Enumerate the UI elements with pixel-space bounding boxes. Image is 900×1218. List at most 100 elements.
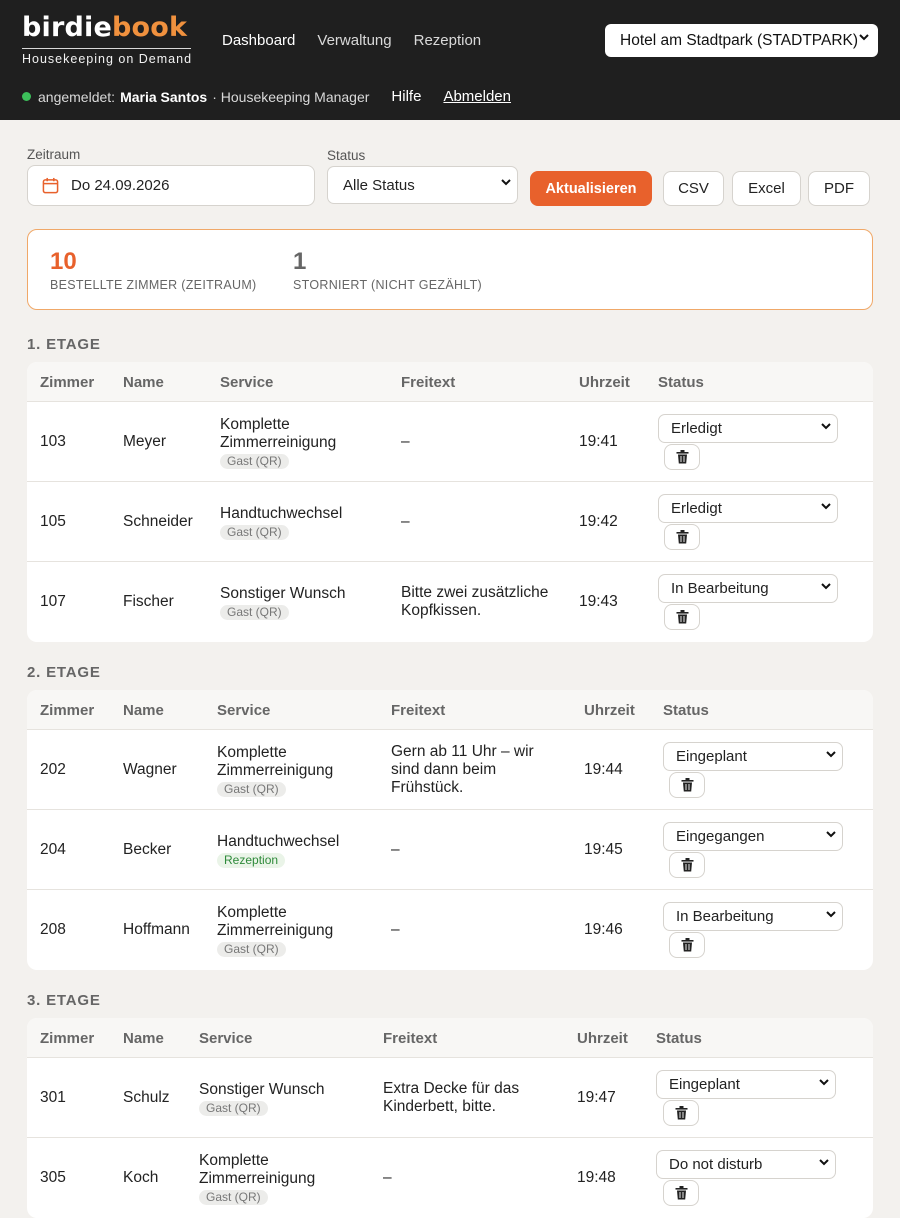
table-row: 301 Schulz Sonstiger Wunsch Gast (QR) Extra … [27, 1058, 873, 1138]
csv-export-button[interactable]: CSV [663, 171, 724, 206]
service-name-line: Sonstiger Wunsch [199, 1081, 325, 1098]
calendar-icon [42, 177, 59, 194]
trash-icon [681, 858, 694, 872]
stats-card: 10 BESTELLTE ZIMMER (ZEITRAUM) 1 STORNIE… [27, 229, 873, 310]
service-name-line: Zimmerreinigung [217, 922, 334, 939]
status-select[interactable]: In Bearbeitung [658, 574, 838, 603]
guest-name: Koch [123, 1169, 159, 1186]
service-name-line: Komplette [217, 744, 287, 761]
refresh-button[interactable]: Aktualisieren [530, 171, 652, 206]
delete-button[interactable] [669, 772, 705, 798]
status-select-value: Erledigt [671, 500, 722, 517]
delete-button[interactable] [663, 1100, 699, 1126]
delete-button[interactable] [669, 932, 705, 958]
service-cell: Komplette Zimmerreinigung Gast (QR) [220, 416, 336, 470]
source-badge: Gast (QR) [220, 525, 289, 540]
trash-icon [676, 610, 689, 624]
status-filter-label: Status [327, 148, 366, 163]
note-cell: – [401, 433, 410, 451]
note-cell: – [391, 921, 400, 939]
logo-divider [22, 48, 191, 49]
note-line: – [391, 841, 400, 858]
room-number: 301 [40, 1089, 66, 1106]
room-number: 208 [40, 921, 66, 938]
status-select[interactable]: Eingeplant [656, 1070, 836, 1099]
table-row: 204 Becker Handtuchwechsel Rezeption – 19:45 E… [27, 810, 873, 890]
logout-link[interactable]: Abmelden [443, 88, 511, 105]
room-number: 107 [40, 593, 66, 610]
service-cell: Sonstiger Wunsch Gast (QR) [220, 585, 346, 621]
status-select[interactable]: In Bearbeitung [663, 902, 843, 931]
excel-export-button[interactable]: Excel [732, 171, 801, 206]
note-cell: Extra Decke für das Kinderbett, bitte. [383, 1080, 519, 1116]
status-select-value: Eingeplant [669, 1076, 740, 1093]
guest-name: Schulz [123, 1089, 170, 1106]
note-line: – [391, 921, 400, 938]
delete-button[interactable] [664, 604, 700, 630]
status-select[interactable]: Erledigt [658, 414, 838, 443]
source-badge: Gast (QR) [220, 454, 289, 469]
source-badge: Rezeption [217, 853, 286, 868]
period-input[interactable]: Do 24.09.2026 [27, 165, 315, 206]
delete-button[interactable] [664, 524, 700, 550]
period-label: Zeitraum [27, 147, 81, 162]
guest-name: Meyer [123, 433, 167, 450]
column-header-status: Status [656, 1030, 702, 1047]
chevron-down-icon [820, 420, 832, 435]
table-header-row: Zimmer Name Service Freitext Uhrzeit Status [27, 690, 873, 730]
status-select[interactable]: Eingegangen [663, 822, 843, 851]
table-row: 208 Hoffmann Komplette Zimmerreinigung Gast … [27, 890, 873, 970]
status-select[interactable]: Eingeplant [663, 742, 843, 771]
column-header-uhrzeit: Uhrzeit [579, 374, 630, 391]
table-header-row: Zimmer Name Service Freitext Uhrzeit Status [27, 362, 873, 402]
floor-title: 3. ETAGE [27, 992, 101, 1009]
user-role: · Housekeeping Manager [212, 88, 370, 105]
online-status-icon [22, 92, 31, 101]
hotel-select-value: Hotel am Stadtpark (STADTPARK) [620, 31, 859, 49]
status-select[interactable]: Erledigt [658, 494, 838, 523]
main-nav: Dashboard Verwaltung Rezeption [222, 32, 481, 49]
note-line: – [401, 513, 410, 530]
column-header-service: Service [220, 374, 274, 391]
guest-name: Wagner [123, 761, 177, 778]
table-row: 202 Wagner Komplette Zimmerreinigung Gast (Q… [27, 730, 873, 810]
nav-dashboard[interactable]: Dashboard [222, 32, 295, 49]
status-select-value: Eingeplant [676, 748, 747, 765]
column-header-service: Service [199, 1030, 253, 1047]
table-row: 305 Koch Komplette Zimmerreinigung Gast (QR)… [27, 1138, 873, 1218]
chevron-down-icon [825, 908, 837, 923]
nav-rezeption[interactable]: Rezeption [414, 32, 482, 49]
nav-verwaltung[interactable]: Verwaltung [317, 32, 391, 49]
note-line: Bitte zwei zusätzliche [401, 584, 549, 601]
help-link[interactable]: Hilfe [391, 88, 421, 105]
room-number: 202 [40, 761, 66, 778]
period-value: Do 24.09.2026 [71, 177, 170, 194]
note-line: sind dann beim [391, 761, 497, 778]
status-filter-select[interactable]: Alle Status [327, 166, 518, 204]
hotel-select[interactable]: Hotel am Stadtpark (STADTPARK) [605, 24, 878, 57]
pdf-export-button[interactable]: PDF [808, 171, 870, 206]
chevron-down-icon [825, 748, 837, 763]
column-header-name: Name [123, 702, 164, 719]
column-header-service: Service [217, 702, 271, 719]
floor-table: Zimmer Name Service Freitext Uhrzeit Status 30… [27, 1018, 873, 1218]
delete-button[interactable] [669, 852, 705, 878]
room-number: 105 [40, 513, 66, 530]
app-header: birdiebook Housekeeping on Demand Dashbo… [0, 0, 900, 120]
status-select[interactable]: Do not disturb [656, 1150, 836, 1179]
chevron-down-icon [500, 176, 512, 191]
column-header-freitext: Freitext [401, 374, 456, 391]
delete-button[interactable] [664, 444, 700, 470]
column-header-status: Status [658, 374, 704, 391]
guest-name: Fischer [123, 593, 174, 610]
logo[interactable]: birdiebook Housekeeping on Demand [22, 12, 192, 66]
note-line: Kopfkissen. [401, 602, 482, 619]
column-header-uhrzeit: Uhrzeit [584, 702, 635, 719]
column-header-status: Status [663, 702, 709, 719]
room-number: 305 [40, 1169, 66, 1186]
delete-button[interactable] [663, 1180, 699, 1206]
guest-name: Hoffmann [123, 921, 190, 938]
status-select-value: In Bearbeitung [676, 908, 774, 925]
source-badge: Gast (QR) [199, 1101, 268, 1116]
column-header-uhrzeit: Uhrzeit [577, 1030, 628, 1047]
